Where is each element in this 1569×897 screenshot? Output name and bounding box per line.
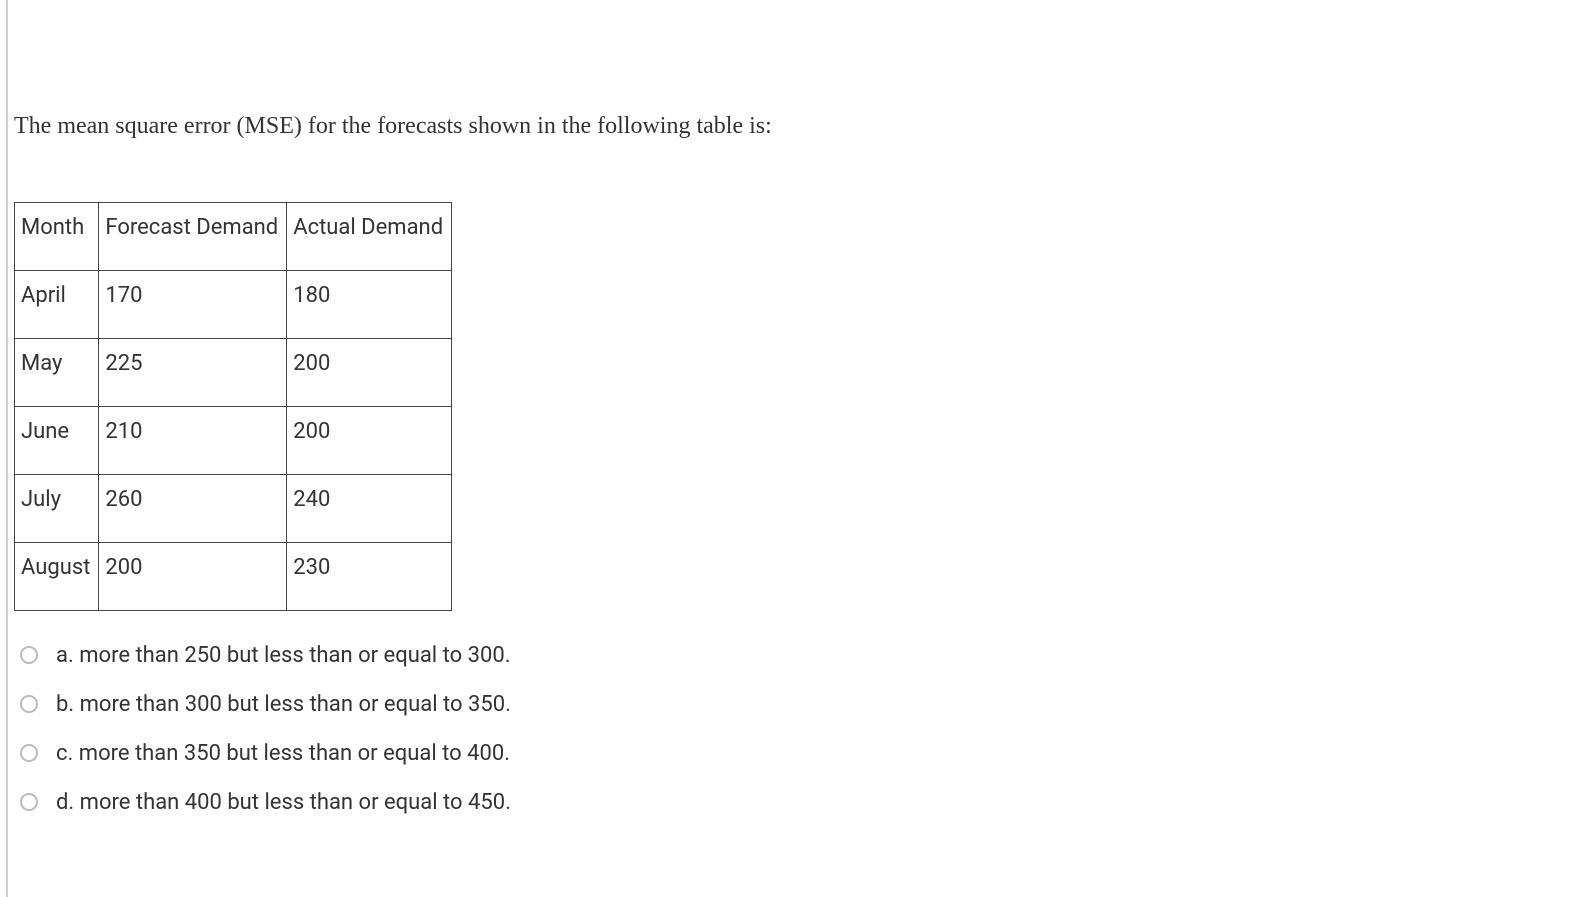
table-cell-forecast: 170 [99,270,287,338]
table-cell-forecast: 260 [99,474,287,542]
option-label: d. more than 400 but less than or equal … [56,790,511,815]
option-d[interactable]: d. more than 400 but less than or equal … [20,778,1569,827]
table-row: August 200 230 [15,542,452,610]
table-cell-actual: 180 [287,270,452,338]
question-text: The mean square error (MSE) for the fore… [8,0,1569,144]
table-row: April 170 180 [15,270,452,338]
option-c[interactable]: c. more than 350 but less than or equal … [20,729,1569,778]
option-label: a. more than 250 but less than or equal … [56,643,511,668]
answer-options: a. more than 250 but less than or equal … [20,631,1569,827]
table-cell-month: July [15,474,99,542]
forecast-table: Month Forecast Demand Actual Demand Apri… [14,202,452,611]
table-cell-actual: 200 [287,338,452,406]
table-row: June 210 200 [15,406,452,474]
option-a[interactable]: a. more than 250 but less than or equal … [20,631,1569,680]
table-cell-forecast: 225 [99,338,287,406]
radio-icon[interactable] [20,646,38,664]
table-row: July 260 240 [15,474,452,542]
table-header-actual: Actual Demand [287,202,452,270]
table-cell-forecast: 210 [99,406,287,474]
table-cell-month: June [15,406,99,474]
table-row: May 225 200 [15,338,452,406]
table-cell-forecast: 200 [99,542,287,610]
table-cell-actual: 230 [287,542,452,610]
radio-icon[interactable] [20,695,38,713]
option-label: c. more than 350 but less than or equal … [56,741,510,766]
table-cell-month: April [15,270,99,338]
table-header-month: Month [15,202,99,270]
table-cell-actual: 200 [287,406,452,474]
table-header-forecast: Forecast Demand [99,202,287,270]
table-cell-month: August [15,542,99,610]
option-b[interactable]: b. more than 300 but less than or equal … [20,680,1569,729]
option-label: b. more than 300 but less than or equal … [56,692,511,717]
table-cell-actual: 240 [287,474,452,542]
radio-icon[interactable] [20,793,38,811]
table-cell-month: May [15,338,99,406]
table-header-row: Month Forecast Demand Actual Demand [15,202,452,270]
radio-icon[interactable] [20,744,38,762]
